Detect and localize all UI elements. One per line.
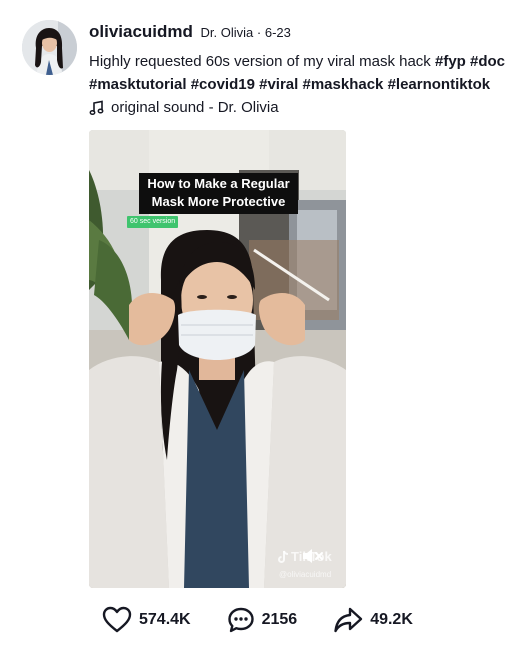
avatar[interactable] xyxy=(22,20,77,75)
sound-link[interactable]: original sound - Dr. Olivia xyxy=(89,99,279,116)
like-count: 574.4K xyxy=(139,611,191,628)
post-date: 6-23 xyxy=(264,25,291,40)
action-bar: 574.4K 2156 49.2K xyxy=(102,606,449,634)
video-title-line-1: How to Make a Regular xyxy=(147,176,290,191)
share-count: 49.2K xyxy=(370,611,413,628)
video-player[interactable]: How to Make a Regular Mask More Protecti… xyxy=(89,130,346,588)
caption-line-1: Highly requested 60s version of my viral… xyxy=(89,50,519,73)
muted-speaker-icon xyxy=(303,549,323,563)
avatar-image xyxy=(22,20,77,75)
comment-count: 2156 xyxy=(261,611,298,628)
share-button[interactable]: 49.2K xyxy=(333,606,413,634)
comment-button[interactable]: 2156 xyxy=(227,606,298,634)
share-arrow-icon xyxy=(334,607,363,633)
name-row: oliviacuidmd Dr. Olivia · 6-23 xyxy=(89,22,519,42)
duration-badge: 60 sec version xyxy=(127,216,179,228)
sound-name: original sound - Dr. Olivia xyxy=(111,99,279,116)
hashtag[interactable]: #covid19 xyxy=(191,76,255,93)
caption-line-2: #masktutorial #covid19 #viral #maskhack … xyxy=(89,73,519,96)
meta-separator: · xyxy=(256,25,262,40)
heart-icon xyxy=(102,606,132,633)
hashtag[interactable]: #doc xyxy=(470,53,505,70)
username[interactable]: oliviacuidmd xyxy=(89,22,193,41)
like-button[interactable]: 574.4K xyxy=(102,606,191,634)
music-note-icon xyxy=(89,100,104,115)
caption-text: Highly requested 60s version of my viral… xyxy=(89,53,435,70)
tiktok-logo-icon xyxy=(278,550,289,563)
watermark-username: @oliviacuidmd xyxy=(279,570,332,579)
display-name: Dr. Olivia xyxy=(200,25,254,40)
hashtag[interactable]: #learnontiktok xyxy=(388,76,491,93)
comment-bubble-icon xyxy=(227,607,254,633)
mute-button[interactable] xyxy=(301,546,327,566)
video-title-overlay: How to Make a Regular Mask More Protecti… xyxy=(139,173,298,214)
hashtag[interactable]: #masktutorial xyxy=(89,76,187,93)
post-header: oliviacuidmd Dr. Olivia · 6-23 xyxy=(89,22,519,42)
hashtag[interactable]: #maskhack xyxy=(302,76,383,93)
hashtag[interactable]: #fyp xyxy=(435,53,466,70)
hashtag[interactable]: #viral xyxy=(259,76,298,93)
video-title-line-2: Mask More Protective xyxy=(151,194,286,209)
post-caption: Highly requested 60s version of my viral… xyxy=(89,50,519,96)
